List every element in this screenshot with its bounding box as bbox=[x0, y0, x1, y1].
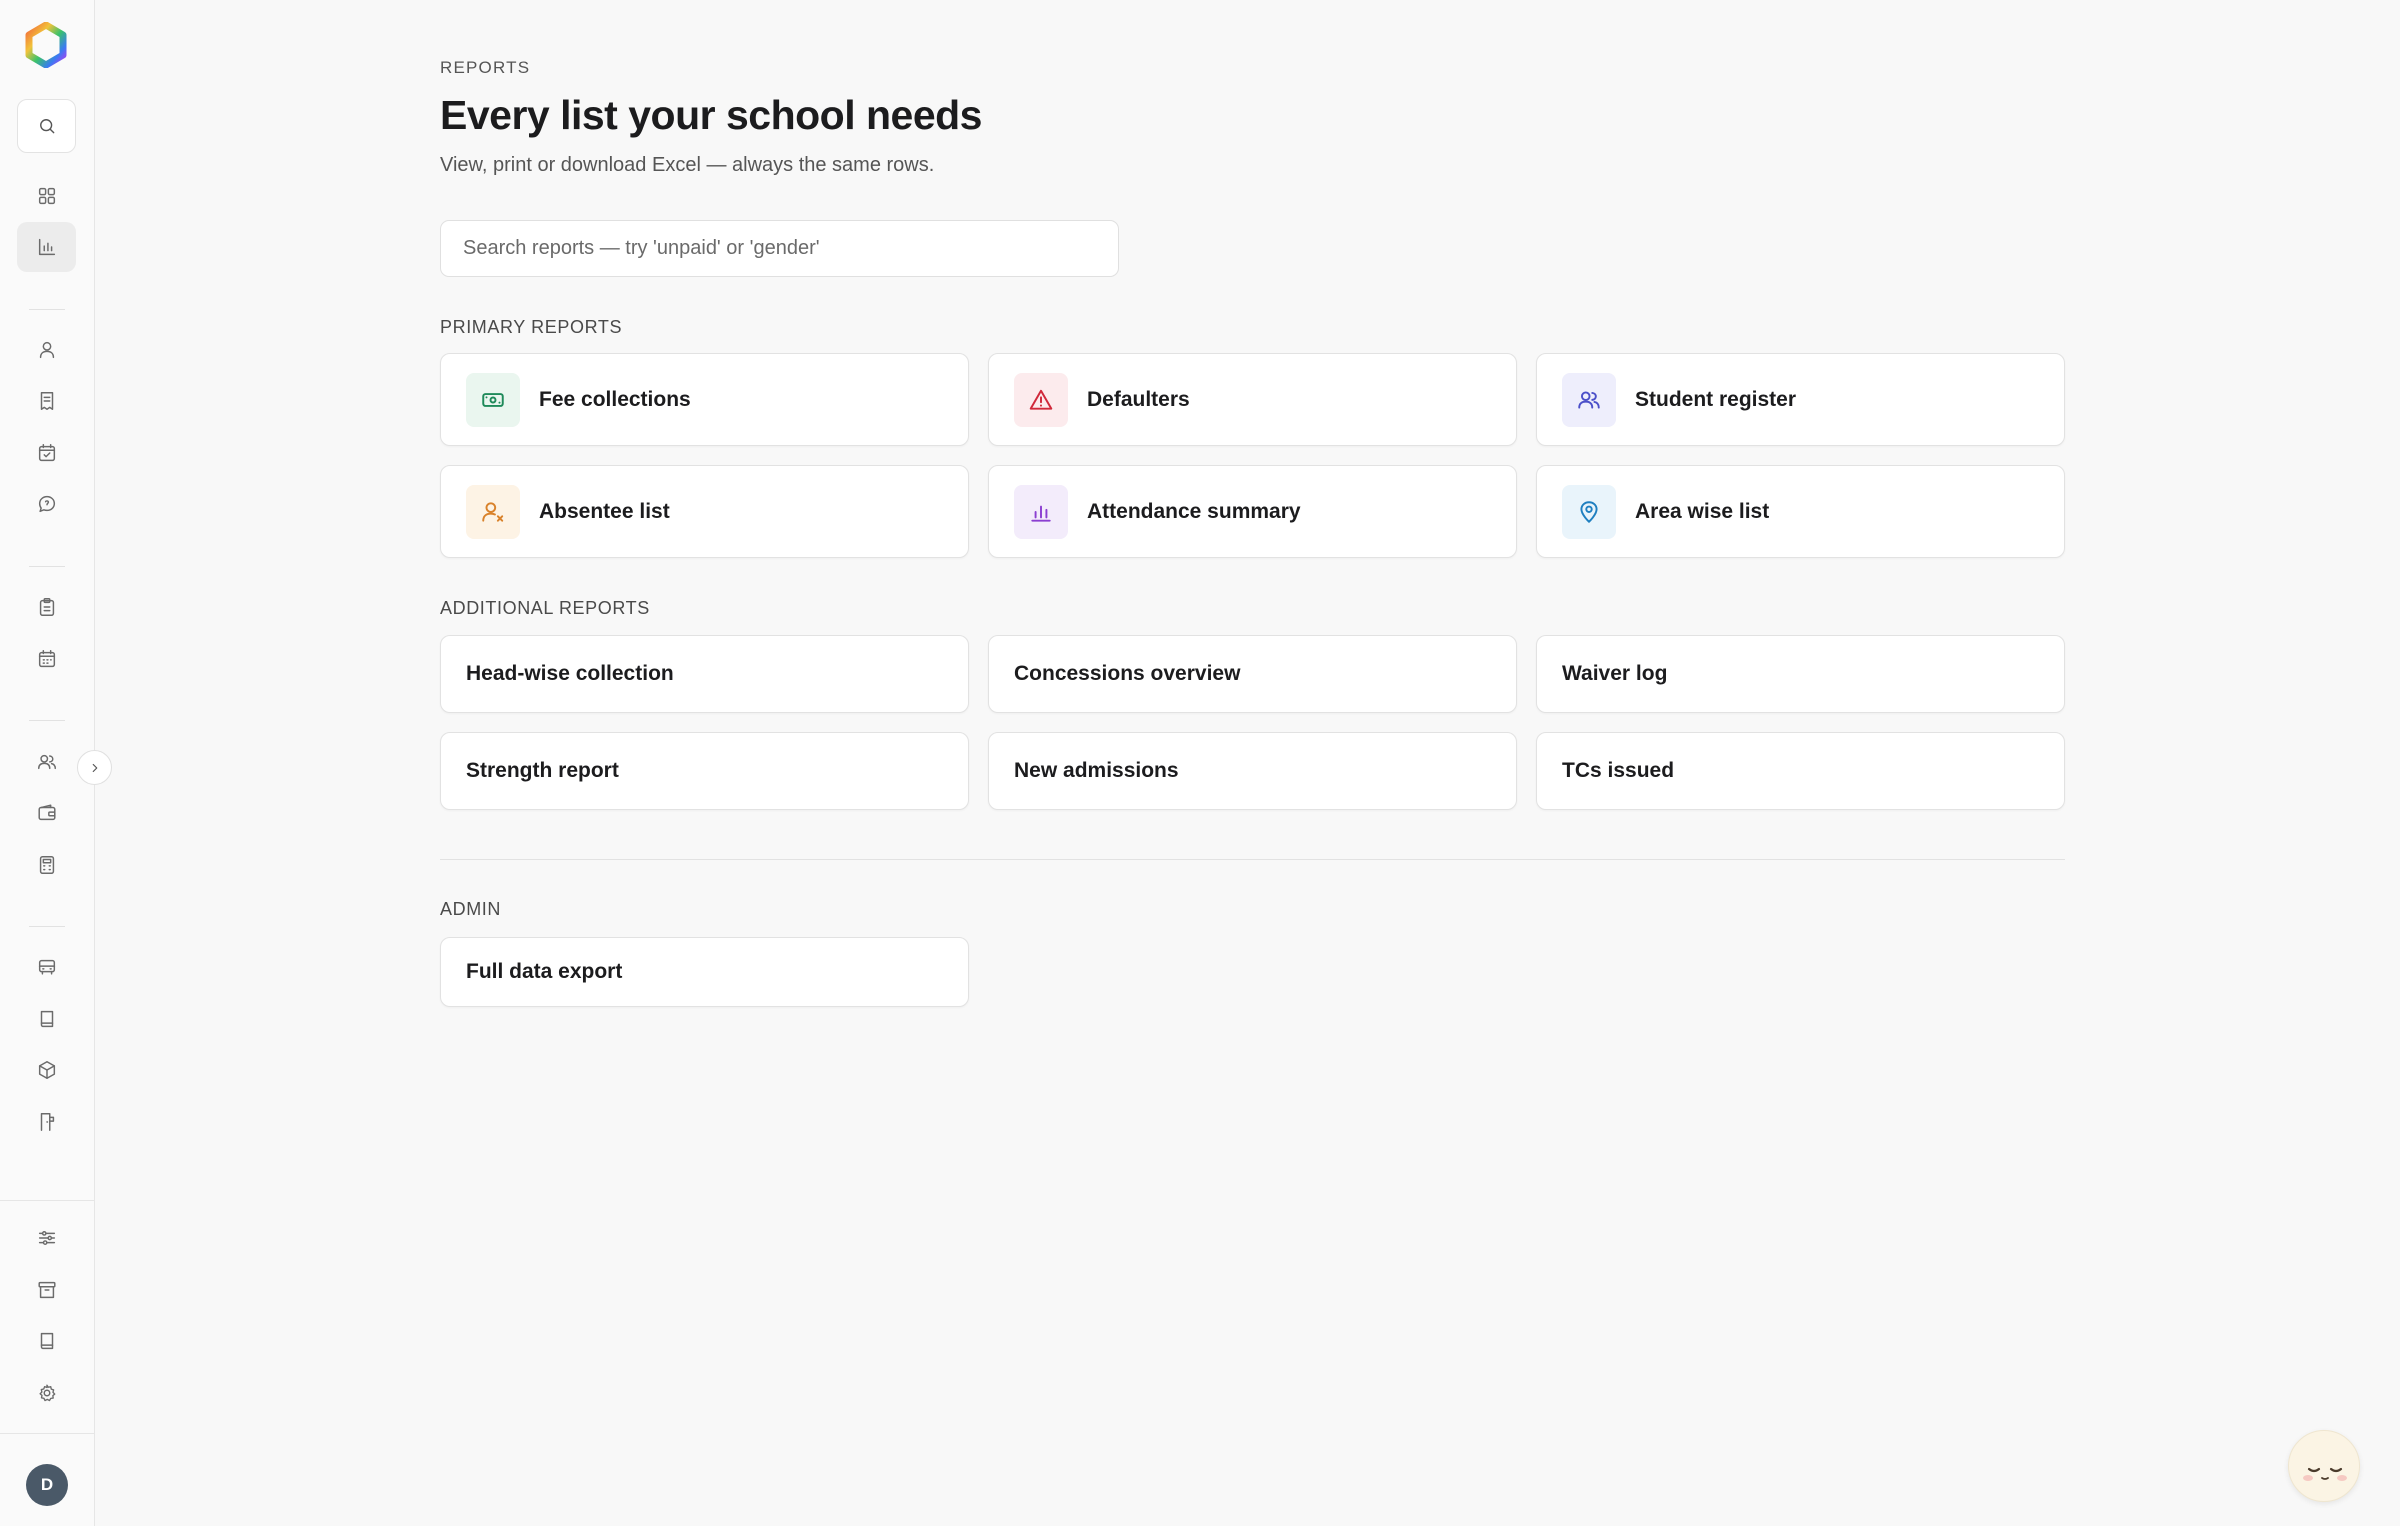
sidebar-separator bbox=[29, 566, 65, 567]
sidebar-separator bbox=[29, 309, 65, 310]
report-card-absentee-list[interactable]: Absentee list bbox=[440, 465, 969, 558]
receipt-icon[interactable] bbox=[17, 376, 76, 426]
report-card-label: Defaulters bbox=[1087, 387, 1190, 411]
report-card-defaulters[interactable]: Defaulters bbox=[988, 353, 1517, 446]
report-card-strength-report[interactable]: Strength report bbox=[440, 732, 969, 810]
app-logo[interactable] bbox=[23, 21, 69, 69]
report-card-attendance-summary[interactable]: Attendance summary bbox=[988, 465, 1517, 558]
grid-icon[interactable] bbox=[17, 171, 76, 221]
report-card-label: Full data export bbox=[466, 960, 623, 983]
report-card-student-register[interactable]: Student register bbox=[1536, 353, 2065, 446]
report-card-label: Strength report bbox=[466, 759, 619, 782]
report-card-label: Absentee list bbox=[539, 499, 670, 523]
avatar[interactable]: D bbox=[26, 1464, 68, 1506]
sliders-icon[interactable] bbox=[17, 1213, 76, 1263]
section-label-primary: PRIMARY REPORTS bbox=[440, 317, 623, 337]
sidebar-separator bbox=[0, 1200, 95, 1201]
report-card-label: Fee collections bbox=[539, 387, 691, 411]
report-card-fee-collections[interactable]: Fee collections bbox=[440, 353, 969, 446]
page-title: Every list your school needs bbox=[440, 92, 982, 138]
search-input[interactable] bbox=[440, 220, 1119, 277]
report-card-label: Head-wise collection bbox=[466, 662, 674, 685]
door-icon[interactable] bbox=[17, 1097, 76, 1147]
report-card-waiver-log[interactable]: Waiver log bbox=[1536, 635, 2065, 713]
users-icon[interactable] bbox=[17, 737, 76, 787]
cash-icon bbox=[466, 372, 520, 427]
map-pin-icon bbox=[1562, 484, 1616, 539]
wallet-icon[interactable] bbox=[17, 788, 76, 838]
report-card-tcs-issued[interactable]: TCs issued bbox=[1536, 732, 2065, 810]
message-icon[interactable] bbox=[17, 479, 76, 529]
warning-triangle-icon bbox=[1014, 372, 1068, 427]
report-card-label: Student register bbox=[1635, 387, 1797, 411]
users-icon bbox=[1562, 372, 1616, 427]
chevron-right-icon[interactable] bbox=[77, 750, 112, 785]
bar-chart-icon bbox=[1014, 484, 1068, 539]
search-icon[interactable] bbox=[17, 99, 76, 153]
report-card-label: TCs issued bbox=[1562, 759, 1675, 782]
book-open-icon[interactable] bbox=[17, 1316, 76, 1366]
user-x-icon bbox=[466, 484, 520, 539]
report-card-concessions-overview[interactable]: Concessions overview bbox=[988, 635, 1517, 713]
gear-icon[interactable] bbox=[17, 1368, 76, 1418]
sleeping-face-icon[interactable] bbox=[2288, 1430, 2360, 1502]
section-label-admin: ADMIN bbox=[440, 899, 501, 919]
user-icon[interactable] bbox=[17, 325, 76, 375]
calendar-check-icon[interactable] bbox=[17, 428, 76, 478]
sidebar-separator bbox=[29, 926, 65, 927]
report-card-head-wise-collection[interactable]: Head-wise collection bbox=[440, 635, 969, 713]
report-card-full-data-export[interactable]: Full data export bbox=[440, 937, 969, 1007]
archive-icon[interactable] bbox=[17, 1265, 76, 1315]
calculator-icon[interactable] bbox=[17, 840, 76, 890]
calendar-grid-icon[interactable] bbox=[17, 634, 76, 684]
report-card-new-admissions[interactable]: New admissions bbox=[988, 732, 1517, 810]
clipboard-icon[interactable] bbox=[17, 582, 76, 632]
report-card-label: Concessions overview bbox=[1014, 662, 1241, 685]
report-card-label: Attendance summary bbox=[1087, 499, 1301, 523]
report-card-label: New admissions bbox=[1014, 759, 1179, 782]
box-icon[interactable] bbox=[17, 1045, 76, 1095]
book-icon[interactable] bbox=[17, 994, 76, 1044]
section-label-additional: ADDITIONAL REPORTS bbox=[440, 598, 650, 618]
report-card-area-wise-list[interactable]: Area wise list bbox=[1536, 465, 2065, 558]
page-subtitle: View, print or download Excel — always t… bbox=[440, 154, 935, 176]
bar-chart-icon[interactable] bbox=[17, 222, 76, 272]
report-card-label: Waiver log bbox=[1562, 662, 1668, 685]
bus-icon[interactable] bbox=[17, 942, 76, 992]
sidebar-separator bbox=[29, 720, 65, 721]
page-eyebrow: REPORTS bbox=[440, 58, 531, 77]
sidebar-separator bbox=[0, 1433, 95, 1434]
report-card-label: Area wise list bbox=[1635, 499, 1770, 523]
section-divider bbox=[440, 859, 2065, 860]
